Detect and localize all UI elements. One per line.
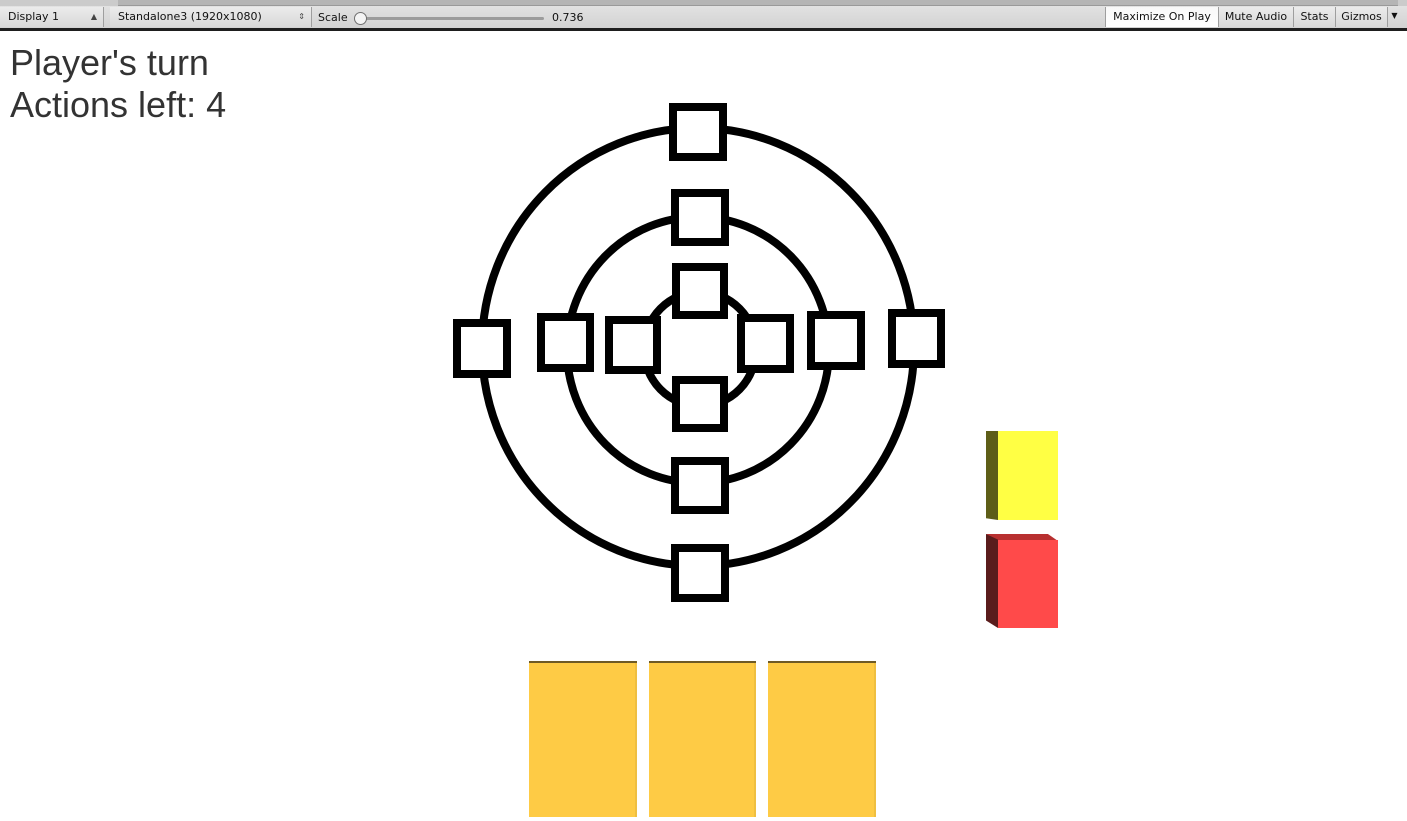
- board-slot[interactable]: [671, 544, 729, 602]
- red-cube[interactable]: [986, 534, 1058, 628]
- board-slot[interactable]: [605, 316, 661, 374]
- board-slot[interactable]: [453, 319, 511, 378]
- board-slot[interactable]: [672, 376, 728, 432]
- hand-card[interactable]: [529, 661, 637, 817]
- hand-card[interactable]: [768, 661, 876, 817]
- hand-card[interactable]: [649, 661, 756, 817]
- board-slot[interactable]: [537, 313, 594, 372]
- cube-front-face: [998, 431, 1058, 520]
- board-slot[interactable]: [888, 309, 945, 368]
- cube-side-face: [986, 431, 998, 520]
- board-slot[interactable]: [671, 457, 729, 514]
- board-slot[interactable]: [671, 189, 729, 246]
- cube-side-face: [986, 534, 998, 628]
- board-slot[interactable]: [669, 103, 727, 161]
- yellow-cube[interactable]: [986, 431, 1058, 520]
- board-slot[interactable]: [807, 311, 865, 370]
- cube-front-face: [998, 540, 1058, 628]
- board-slot[interactable]: [737, 314, 794, 373]
- board-slot[interactable]: [672, 263, 728, 319]
